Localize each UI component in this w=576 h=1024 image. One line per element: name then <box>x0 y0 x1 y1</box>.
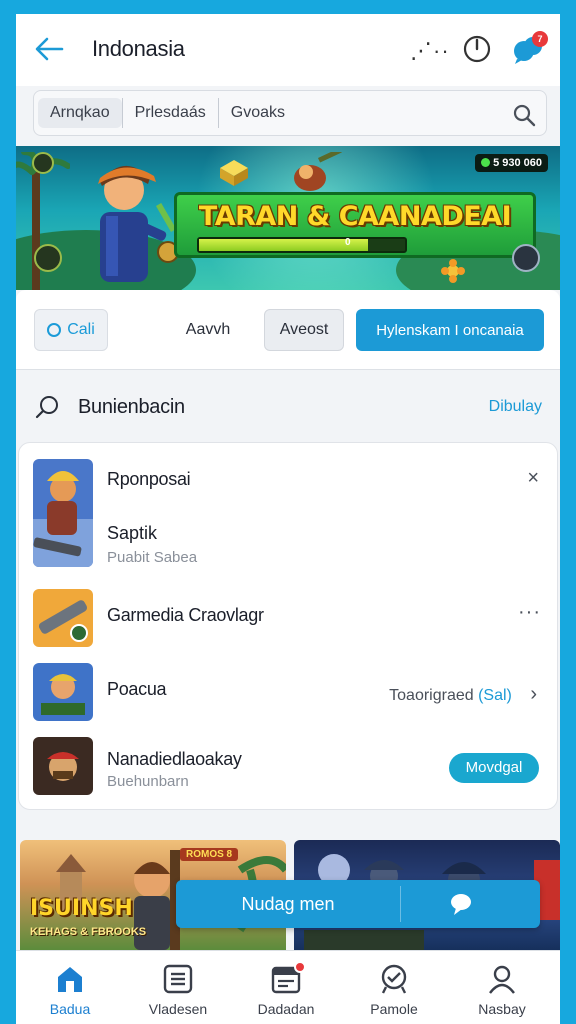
chevron-right-icon[interactable]: › <box>530 683 537 705</box>
list-icon <box>163 964 193 994</box>
game-thumbnail <box>33 663 93 721</box>
game-thumbnail <box>33 589 93 647</box>
tab-aveost[interactable]: Aveost <box>264 309 344 351</box>
chat-icon[interactable] <box>448 892 474 916</box>
coin-amount: 5 930 060 <box>493 157 542 169</box>
item-title: Rponposai <box>107 469 191 489</box>
item-action-button[interactable]: Movdgal <box>449 753 539 783</box>
circle-icon <box>47 323 62 337</box>
banner-progress-label: 0 <box>345 237 351 248</box>
hero-character-icon <box>98 165 179 282</box>
banner-title-panel: TARAN & CAANADEAI 0 <box>174 192 536 258</box>
section-display-link[interactable]: Dibulay <box>489 398 542 416</box>
item-title: Nanadiedlaoakay <box>107 749 242 769</box>
item-status: Toaorigraed (Sal) › <box>389 683 537 706</box>
item-status-accent: (Sal) <box>478 687 512 704</box>
list-item[interactable]: Poacua Toaorigraed (Sal) › <box>19 657 559 731</box>
nav-item-dadadan[interactable]: Dadadan <box>232 951 340 1024</box>
search-bubble-icon <box>35 396 58 419</box>
floating-action-bar[interactable]: Nudag men <box>176 880 540 928</box>
power-icon[interactable] <box>462 34 492 64</box>
floating-action-label: Nudag men <box>241 894 335 914</box>
nav-label: Nasbay <box>478 1001 526 1017</box>
coin-counter: 5 930 060 <box>475 154 548 172</box>
nav-item-badua[interactable]: Badua <box>16 951 124 1024</box>
search-icon[interactable] <box>512 103 536 127</box>
banner-progress-fill <box>199 239 368 251</box>
primary-action-button[interactable]: Hylenskam I oncanaia <box>356 309 544 351</box>
hero-banner[interactable]: 5 930 060 TARAN & CAANADEAI 0 <box>16 146 560 290</box>
more-options-icon[interactable]: ··· <box>518 601 541 624</box>
back-arrow-icon[interactable] <box>34 36 64 62</box>
filter-segment-3[interactable]: Gvoaks <box>219 98 297 128</box>
page-title: Indonasia <box>92 36 185 61</box>
nav-label: Vladesen <box>148 1001 208 1017</box>
item-subtitle: Saptik <box>107 523 158 543</box>
divider <box>400 886 401 922</box>
coin-icon <box>481 158 491 167</box>
banner-title: TARAN & CAANADEAI <box>198 201 512 232</box>
list-item[interactable]: Rponposai Saptik Puabit Sabea × <box>19 443 559 583</box>
hero-level-badge <box>32 152 54 174</box>
nav-item-pamole[interactable]: Pamole <box>340 951 448 1024</box>
game-list: Rponposai Saptik Puabit Sabea × Garmedia… <box>18 442 558 810</box>
gold-block-icon <box>220 160 248 186</box>
nav-item-vladesen[interactable]: Vladesen <box>124 951 232 1024</box>
game-thumbnail <box>33 459 93 567</box>
close-icon[interactable]: × <box>527 467 539 490</box>
item-status-text: Toaorigraed <box>389 687 474 704</box>
filter-segment-1[interactable]: Arnqkao <box>38 98 122 128</box>
nav-label: Dadadan <box>257 1001 315 1017</box>
compass-badge <box>512 244 540 272</box>
tab-aavvh[interactable]: Aavvh <box>168 309 248 351</box>
item-title: Garmedia Craovlagr <box>107 605 264 625</box>
tab-bar: Cali Aavvh Aveost Hylenskam I oncanaia <box>16 290 560 370</box>
promo-subtitle: KEHAGS & FBROOKS <box>30 926 147 938</box>
notification-badge: 7 <box>532 31 548 47</box>
nav-label: Pamole <box>370 1001 418 1017</box>
list-item[interactable]: Nanadiedlaoakay Buehunbarn Movdgal <box>19 731 559 809</box>
flower-icon <box>441 259 465 283</box>
item-title: Poacua <box>107 679 167 699</box>
bottom-navigation: Badua Vladesen Dadadan Pamole Nasbay <box>16 950 560 1024</box>
nav-item-nasbay[interactable]: Nasbay <box>448 951 556 1024</box>
game-thumbnail <box>33 737 93 795</box>
tab-cali[interactable]: Cali <box>34 309 108 351</box>
badge-icon <box>381 964 407 994</box>
promo-tag: ROMOS 8 <box>180 848 239 861</box>
section-title: Bunienbacin <box>78 396 185 418</box>
app-screen: Indonasia ⋰·· 7 Arnqkao Prlesdaás Gvoaks <box>16 14 560 1024</box>
banner-creature-icon <box>294 152 342 191</box>
item-meta: Buehunbarn <box>107 773 189 790</box>
home-icon <box>58 967 82 992</box>
filter-search-bar: Arnqkao Prlesdaás Gvoaks <box>33 90 547 136</box>
item-meta: Puabit Sabea <box>107 549 198 566</box>
list-item[interactable]: Garmedia Craovlagr ··· <box>19 583 559 657</box>
banner-progress-bar <box>197 237 407 253</box>
more-options-icon[interactable]: ⋰·· <box>410 38 450 64</box>
top-bar: Indonasia ⋰·· 7 <box>16 14 560 86</box>
hero-avatar-badge <box>34 244 62 272</box>
promo-title: ISUINSH <box>30 896 133 921</box>
nav-label: Badua <box>49 1001 91 1017</box>
filter-segment-2[interactable]: Prlesdaás <box>121 98 219 128</box>
tab-cali-label: Cali <box>67 321 95 338</box>
user-icon <box>489 965 515 994</box>
nav-notification-dot <box>294 961 306 973</box>
section-header: Bunienbacin Dibulay <box>16 378 560 434</box>
